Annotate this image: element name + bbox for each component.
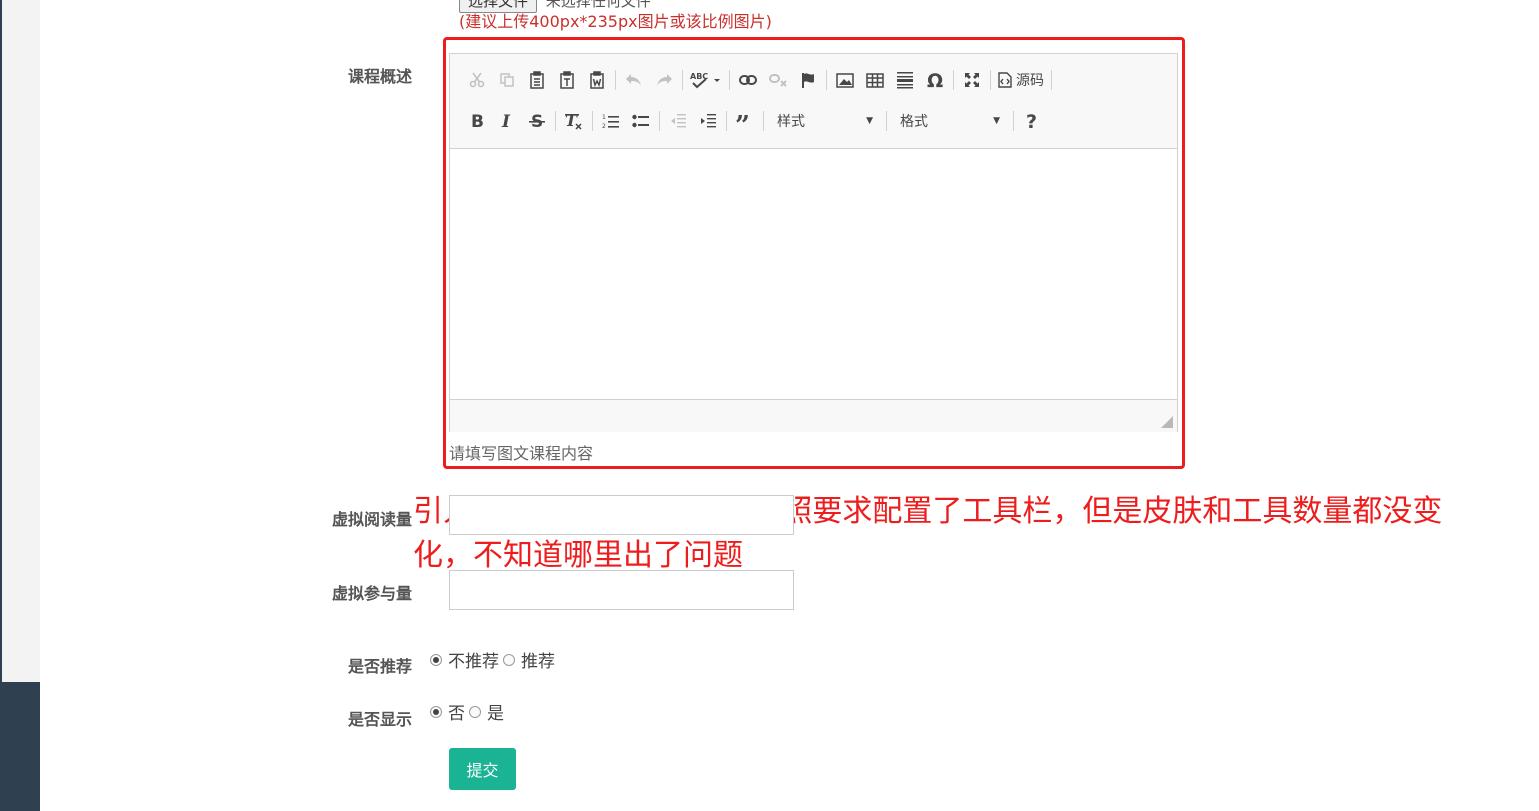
source-button[interactable]: 源码 xyxy=(994,66,1048,94)
toolbar-separator xyxy=(615,70,616,90)
cut-icon[interactable] xyxy=(462,66,492,94)
toolbar-row-1: ABC Ω 源码 xyxy=(462,65,1055,95)
submit-button[interactable]: 提交 xyxy=(449,748,516,790)
display-label: 是否显示 xyxy=(347,710,412,729)
source-code-icon xyxy=(998,72,1012,88)
editor-hint-text: 请填写图文课程内容 xyxy=(449,444,594,463)
editor-bottom-bar xyxy=(450,399,1177,432)
spellcheck-icon[interactable]: ABC xyxy=(686,66,726,94)
display-no-radio[interactable] xyxy=(430,705,442,718)
paste-text-icon[interactable] xyxy=(552,66,582,94)
numbered-list-icon[interactable]: 12 xyxy=(596,107,626,135)
unlink-icon[interactable] xyxy=(763,66,793,94)
toolbar-separator xyxy=(953,70,954,90)
recommend-no-radio[interactable] xyxy=(430,653,442,666)
toolbar-separator xyxy=(886,111,887,131)
undo-icon[interactable] xyxy=(619,66,649,94)
outdent-icon[interactable] xyxy=(663,107,693,135)
chevron-down-icon: ▼ xyxy=(866,116,873,126)
virtual-reads-label: 虚拟阅读量 xyxy=(331,510,412,529)
recommend-yes-label: 推荐 xyxy=(521,652,555,672)
toolbar-separator xyxy=(726,111,727,131)
remove-format-icon[interactable]: T xyxy=(559,107,589,135)
toolbar-separator xyxy=(1051,70,1052,90)
toolbar-separator xyxy=(592,111,593,131)
display-no-label: 否 xyxy=(448,704,465,724)
svg-text:?: ? xyxy=(1026,112,1037,130)
strikethrough-icon[interactable]: S xyxy=(522,107,552,135)
svg-text:2: 2 xyxy=(602,123,606,129)
svg-text:I: I xyxy=(501,113,511,129)
anchor-flag-icon[interactable] xyxy=(793,66,823,94)
italic-icon[interactable]: I xyxy=(492,107,522,135)
ckeditor: ABC Ω 源码 B I T 1 2 样式 ▼ 格式 ▼ ? xyxy=(449,53,1178,432)
indent-icon[interactable] xyxy=(693,107,723,135)
styles-dropdown[interactable]: 样式 ▼ xyxy=(769,109,881,133)
special-char-omega-icon[interactable]: Ω xyxy=(920,66,950,94)
toolbar-separator xyxy=(763,111,764,131)
redo-icon[interactable] xyxy=(649,66,679,94)
svg-text:Ω: Ω xyxy=(927,71,943,89)
toolbar-separator xyxy=(659,111,660,131)
virtual-reads-input[interactable] xyxy=(449,495,794,535)
toolbar-separator xyxy=(826,70,827,90)
toolbar-separator xyxy=(682,70,683,90)
svg-text:1: 1 xyxy=(602,114,606,121)
format-dropdown[interactable]: 格式 ▼ xyxy=(892,109,1008,133)
blockquote-icon[interactable]: ” xyxy=(730,107,760,135)
help-icon[interactable]: ? xyxy=(1017,107,1047,135)
chevron-down-icon: ▼ xyxy=(993,116,1000,126)
recommend-label: 是否推荐 xyxy=(347,657,412,676)
bold-icon[interactable]: B xyxy=(462,107,492,135)
paste-icon[interactable] xyxy=(522,66,552,94)
copy-icon[interactable] xyxy=(492,66,522,94)
editor-toolbar: ABC Ω 源码 B I T 1 2 样式 ▼ 格式 ▼ ? xyxy=(450,54,1177,149)
bulleted-list-icon[interactable] xyxy=(626,107,656,135)
recommend-no-label: 不推荐 xyxy=(448,652,499,672)
svg-text:”: ” xyxy=(735,114,750,128)
toolbar-separator xyxy=(555,111,556,131)
format-label: 格式 xyxy=(900,114,928,130)
resize-handle-icon[interactable] xyxy=(1161,416,1173,428)
toolbar-row-2: B I S T 12 xyxy=(462,106,1047,136)
display-yes-radio[interactable] xyxy=(469,705,481,718)
recommend-yes-radio[interactable] xyxy=(503,653,515,666)
recommend-radio-group: 不推荐 推荐 xyxy=(430,647,559,672)
styles-label: 样式 xyxy=(777,114,805,130)
toolbar-separator xyxy=(1013,111,1014,131)
table-icon[interactable] xyxy=(860,66,890,94)
display-yes-label: 是 xyxy=(487,704,504,724)
toolbar-separator xyxy=(990,70,991,90)
editor-content-area[interactable] xyxy=(450,149,1177,399)
maximize-icon[interactable] xyxy=(957,66,987,94)
toolbar-separator xyxy=(729,70,730,90)
paste-word-icon[interactable] xyxy=(582,66,612,94)
image-icon[interactable] xyxy=(830,66,860,94)
source-label: 源码 xyxy=(1016,73,1044,89)
display-radio-group: 否 是 xyxy=(430,699,508,724)
virtual-participants-label: 虚拟参与量 xyxy=(331,584,412,603)
upload-size-hint: (建议上传400px*235px图片或该比例图片) xyxy=(459,12,772,31)
horizontal-rule-icon[interactable] xyxy=(890,66,920,94)
svg-text:B: B xyxy=(471,113,484,129)
sidebar-light-panel xyxy=(2,0,40,682)
link-icon[interactable] xyxy=(733,66,763,94)
virtual-participants-input[interactable] xyxy=(449,570,794,610)
course-summary-label: 课程概述 xyxy=(347,67,412,86)
